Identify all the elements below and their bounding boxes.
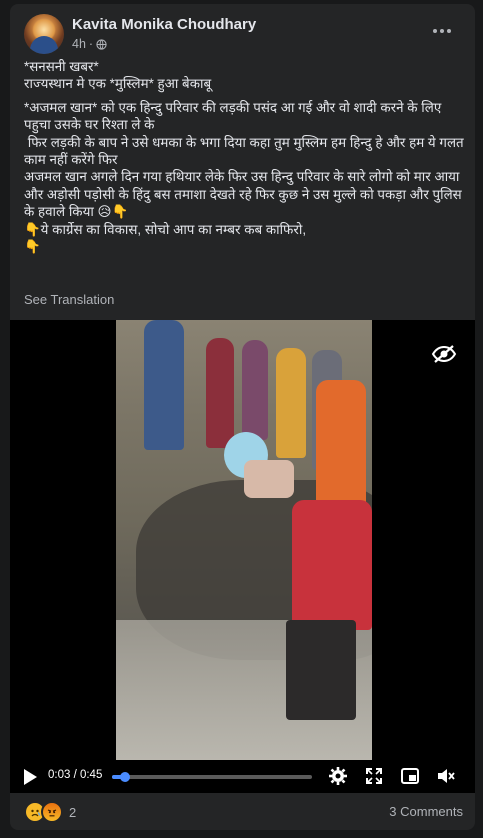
video-frame	[116, 320, 372, 760]
video-player[interactable]: 0:03 / 0:45	[10, 320, 475, 793]
post-text-line: राज्यस्थान मे एक *मुस्लिम* हुआ बेकाबू	[24, 76, 212, 92]
progress-bar[interactable]	[112, 772, 312, 782]
mute-icon[interactable]	[436, 766, 456, 786]
globe-icon	[96, 38, 107, 50]
more-options-icon[interactable]	[428, 20, 456, 42]
post-header: Kavita Monika Choudhary 4h ·	[24, 14, 464, 54]
post-footer: 2 3 Comments	[10, 793, 475, 830]
eye-off-icon[interactable]	[431, 344, 457, 364]
fullscreen-icon[interactable]	[364, 766, 384, 786]
post-text-line: फिर लड़की के बाप ने उसे धमका के भगा दिया…	[24, 134, 468, 168]
see-translation-link[interactable]: See Translation	[24, 292, 114, 307]
comments-count-link[interactable]: 3 Comments	[389, 804, 463, 819]
progress-knob[interactable]	[120, 772, 130, 782]
video-controls: 0:03 / 0:45	[10, 760, 475, 793]
post-text-line: और अड़ोसी पड़ोसी के हिंदु बस तमाशा देखते…	[24, 186, 462, 220]
post-time[interactable]: 4h	[72, 37, 86, 51]
post-card: Kavita Monika Choudhary 4h · *सनसनी खबर*…	[10, 4, 475, 830]
post-text-line: *अजमल खान* को एक हिन्दु परिवार की लड़की …	[24, 99, 442, 133]
video-time: 0:03 / 0:45	[48, 769, 103, 781]
settings-icon[interactable]	[328, 766, 348, 786]
meta-separator: ·	[88, 37, 94, 51]
post-text: *सनसनी खबर* राज्यस्थान मे एक *मुस्लिम* ह…	[24, 58, 464, 255]
post-text-line: 👇	[24, 239, 41, 255]
post-text-line: अजमल खान अगले दिन गया हथियार लेके फिर उस…	[24, 169, 460, 185]
avatar-figure	[30, 36, 58, 54]
play-icon[interactable]	[22, 768, 38, 786]
reaction-count: 2	[69, 804, 77, 820]
post-meta: 4h ·	[72, 37, 107, 51]
post-text-line: *सनसनी खबर*	[24, 59, 99, 74]
pip-icon[interactable]	[400, 766, 420, 786]
avatar[interactable]	[24, 14, 64, 54]
post-text-line: 👇ये कार्ग्रेस का विकास, सोचो आप का नम्बर…	[24, 221, 307, 237]
angry-reaction-icon	[41, 801, 63, 823]
reactions-summary[interactable]: 2	[24, 801, 76, 823]
author-name[interactable]: Kavita Monika Choudhary	[72, 16, 256, 33]
